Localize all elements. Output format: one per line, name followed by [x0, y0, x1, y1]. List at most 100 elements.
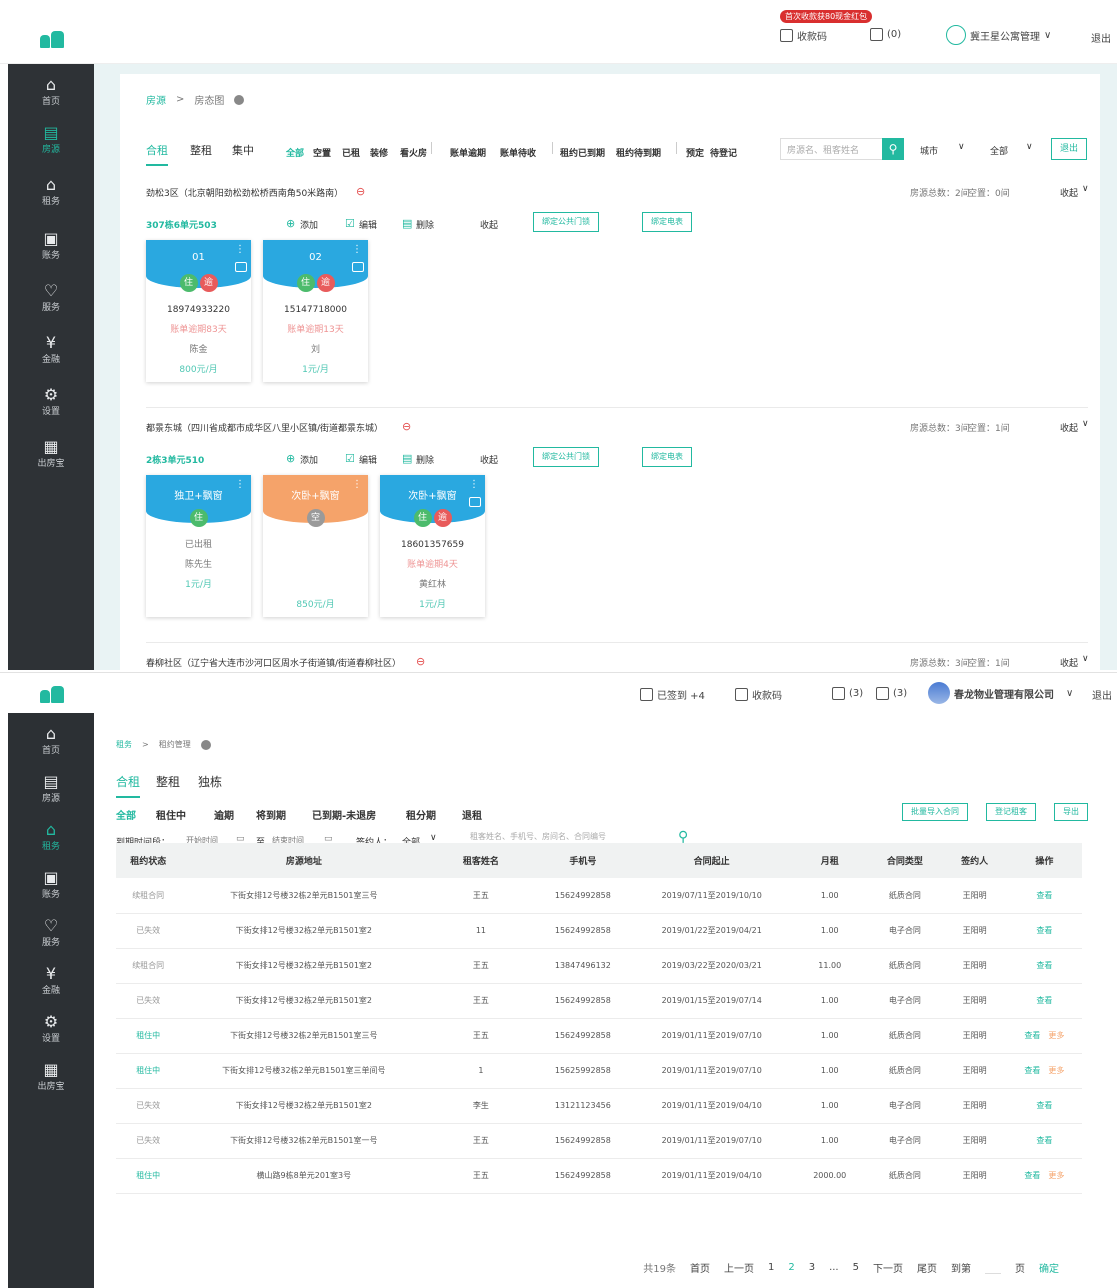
- chevron-down-icon[interactable]: ∨: [1082, 184, 1089, 194]
- sidebar-item-4[interactable]: ♡ 服务: [8, 282, 94, 314]
- lease-filter-1[interactable]: 租住中: [156, 807, 186, 822]
- help-icon[interactable]: [200, 739, 211, 750]
- del-button[interactable]: 删除: [416, 453, 434, 466]
- view-link[interactable]: 查看: [1024, 1031, 1040, 1040]
- view-link[interactable]: 查看: [1024, 1171, 1040, 1180]
- more-link[interactable]: 更多: [1048, 1031, 1064, 1040]
- batch-import-button[interactable]: 批量导入合同: [902, 803, 968, 821]
- sidebar-item-2[interactable]: ⌂ 租务: [8, 821, 94, 853]
- chevron-down-icon[interactable]: ∨: [1026, 142, 1033, 152]
- logout-link[interactable]: 退出: [1092, 687, 1112, 702]
- collapse-toggle[interactable]: 收起: [1060, 421, 1078, 434]
- sidebar-item-1[interactable]: ▤ 房源: [8, 773, 94, 805]
- filter-0[interactable]: 全部: [286, 146, 304, 159]
- qr-code-button[interactable]: 收款码: [780, 28, 827, 43]
- add-button[interactable]: 添加: [300, 453, 318, 466]
- unit-name[interactable]: 2栋3单元510: [146, 453, 204, 466]
- mail-button[interactable]: (0): [870, 28, 901, 41]
- edit-button[interactable]: 编辑: [359, 453, 377, 466]
- filter-4[interactable]: 看火房: [400, 146, 427, 159]
- room-card[interactable]: 01 ⋮ 住逾 18974933220 账单逾期83天 陈金 800元/月: [146, 240, 251, 382]
- sidebar-item-6[interactable]: ⚙ 设置: [8, 1013, 94, 1045]
- collapse-toggle[interactable]: 收起: [1060, 186, 1078, 199]
- breadcrumb-root[interactable]: 房源: [146, 92, 166, 107]
- page-number[interactable]: 3: [809, 1262, 815, 1273]
- view-link[interactable]: 查看: [1036, 996, 1052, 1005]
- tab-whole-rent[interactable]: 整租: [190, 142, 212, 158]
- next-page[interactable]: 下一页: [873, 1260, 903, 1275]
- edit-button[interactable]: 编辑: [359, 218, 377, 231]
- filter-1[interactable]: 空置: [313, 146, 331, 159]
- lease-filter-4[interactable]: 已到期-未退房: [312, 807, 376, 822]
- message-button[interactable]: (3): [876, 687, 907, 700]
- filter-6[interactable]: 账单待收: [500, 146, 536, 159]
- room-card[interactable]: 次卧+飘窗 ⋮ 住逾 18601357659 账单逾期4天 黄红林 1元/月: [380, 475, 485, 617]
- page-input[interactable]: [985, 1262, 1001, 1274]
- page-number[interactable]: 5: [853, 1262, 859, 1273]
- room-card[interactable]: 次卧+飘窗 ⋮ 空 850元/月: [263, 475, 368, 617]
- bind-meter-button[interactable]: 绑定电表: [642, 212, 692, 232]
- room-card[interactable]: 02 ⋮ 住逾 15147718000 账单逾期13天刘 1元/月: [263, 240, 368, 382]
- lease-filter-6[interactable]: 退租: [462, 807, 482, 822]
- message-icon[interactable]: [352, 262, 364, 272]
- edit-icon[interactable]: ☑: [345, 217, 355, 230]
- collapse-circle-icon[interactable]: ⊖: [416, 655, 425, 668]
- tab-whole-rent[interactable]: 整租: [156, 773, 180, 790]
- sidebar-item-5[interactable]: ¥ 金融: [8, 334, 94, 366]
- prev-page[interactable]: 上一页: [724, 1260, 754, 1275]
- chevron-down-icon[interactable]: ∨: [1082, 654, 1089, 664]
- lease-filter-3[interactable]: 将到期: [256, 807, 286, 822]
- room-card[interactable]: 独卫+飘窗 ⋮ 住已出租 陈先生 1元/月: [146, 475, 251, 617]
- more-link[interactable]: 更多: [1048, 1066, 1064, 1075]
- filter-10[interactable]: 待登记: [710, 146, 737, 159]
- collapse-circle-icon[interactable]: ⊖: [402, 420, 411, 433]
- view-link[interactable]: 查看: [1024, 1066, 1040, 1075]
- sidebar-item-1[interactable]: ▤ 房源: [8, 124, 94, 156]
- tab-shared-rent[interactable]: 合租: [116, 773, 141, 798]
- add-button[interactable]: 添加: [300, 218, 318, 231]
- view-link[interactable]: 查看: [1036, 1101, 1052, 1110]
- sidebar-item-0[interactable]: ⌂ 首页: [8, 725, 94, 757]
- tab-shared-rent[interactable]: 合租: [146, 142, 168, 166]
- help-icon[interactable]: [234, 94, 245, 105]
- filter-2[interactable]: 已租: [342, 146, 360, 159]
- filter-9[interactable]: 预定: [686, 146, 704, 159]
- sidebar-item-3[interactable]: ▣ 账务: [8, 230, 94, 262]
- sign-in-button[interactable]: 已签到 +4: [640, 687, 705, 702]
- message-icon[interactable]: [235, 262, 247, 272]
- fold-toggle[interactable]: 收起: [480, 218, 498, 231]
- add-icon[interactable]: ⊕: [286, 452, 295, 465]
- sidebar-item-7[interactable]: ▦ 出房宝: [8, 1061, 94, 1093]
- filter-3[interactable]: 装修: [370, 146, 388, 159]
- city-select[interactable]: 城市: [920, 144, 938, 157]
- logout-button[interactable]: 退出: [1051, 138, 1088, 160]
- tab-centralized[interactable]: 集中: [232, 142, 254, 158]
- more-vertical-icon[interactable]: ⋮: [352, 244, 362, 255]
- confirm-button[interactable]: 确定: [1039, 1260, 1059, 1275]
- last-page[interactable]: 尾页: [917, 1260, 937, 1275]
- qr-code-button[interactable]: 收款码: [735, 687, 782, 702]
- filter-5[interactable]: 账单逾期: [450, 146, 486, 159]
- view-link[interactable]: 查看: [1036, 961, 1052, 970]
- filter-7[interactable]: 租约已到期: [560, 146, 605, 159]
- sidebar-item-5[interactable]: ¥ 金融: [8, 965, 94, 997]
- del-icon[interactable]: ▤: [402, 452, 412, 465]
- bind-meter-button[interactable]: 绑定电表: [642, 447, 692, 467]
- del-icon[interactable]: ▤: [402, 217, 412, 230]
- sidebar-item-4[interactable]: ♡ 服务: [8, 917, 94, 949]
- sidebar-item-0[interactable]: ⌂ 首页: [8, 76, 94, 108]
- first-page[interactable]: 首页: [690, 1260, 710, 1275]
- mail-button[interactable]: (3): [832, 687, 863, 700]
- sidebar-item-6[interactable]: ⚙ 设置: [8, 386, 94, 418]
- lease-filter-0[interactable]: 全部: [116, 807, 136, 822]
- export-button[interactable]: 导出: [1054, 803, 1088, 821]
- filter-8[interactable]: 租约待到期: [616, 146, 661, 159]
- page-number[interactable]: 1: [768, 1262, 774, 1273]
- chevron-down-icon[interactable]: ∨: [958, 142, 965, 152]
- page-number[interactable]: 2: [788, 1262, 794, 1273]
- area-select[interactable]: 全部: [990, 144, 1008, 157]
- register-tenant-button[interactable]: 登记租客: [986, 803, 1036, 821]
- chevron-down-icon[interactable]: ∨: [430, 833, 437, 843]
- sidebar-item-7[interactable]: ▦ 出房宝: [8, 438, 94, 470]
- page-number[interactable]: ...: [829, 1262, 839, 1273]
